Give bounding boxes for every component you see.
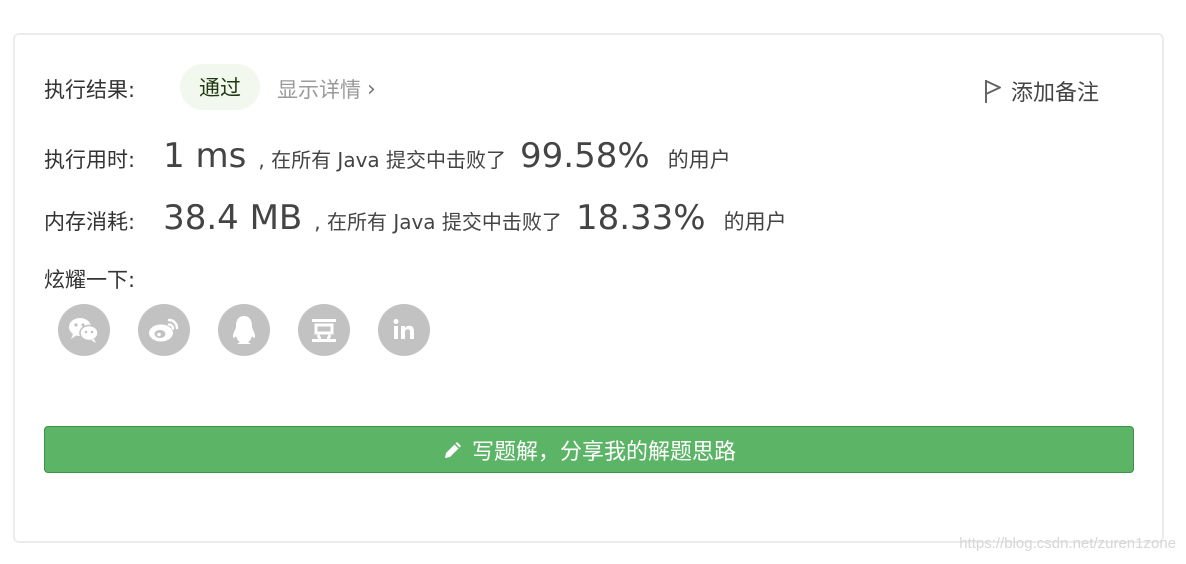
- weibo-icon: [149, 318, 179, 342]
- share-weibo-button[interactable]: [138, 304, 190, 356]
- memory-tail-text: 的用户: [723, 210, 787, 234]
- runtime-row: 执行用时: 1 ms , 在所有 Java 提交中击败了 99.58% 的用户: [44, 136, 731, 176]
- add-note-button[interactable]: 添加备注: [983, 75, 1099, 107]
- memory-comparison-text: , 在所有 Java 提交中击败了: [314, 210, 562, 234]
- runtime-comparison-text: , 在所有 Java 提交中击败了: [258, 148, 507, 172]
- douban-icon: [312, 319, 336, 342]
- share-label: 炫耀一下:: [44, 268, 136, 292]
- write-solution-label: 写题解，分享我的解题思路: [471, 439, 736, 465]
- runtime-tail-text: 的用户: [667, 148, 731, 172]
- result-label: 执行结果:: [44, 78, 136, 102]
- memory-label: 内存消耗:: [44, 210, 136, 234]
- flag-icon: [985, 80, 1001, 103]
- runtime-label: 执行用时:: [44, 148, 136, 172]
- linkedin-icon: [393, 319, 414, 339]
- result-row: 执行结果:: [44, 74, 135, 104]
- runtime-percent: 99.58%: [520, 136, 650, 176]
- memory-value: 38.4 MB: [163, 198, 303, 238]
- write-solution-button[interactable]: 写题解，分享我的解题思路: [44, 426, 1134, 473]
- share-qq-button[interactable]: [218, 304, 270, 356]
- share-wechat-button[interactable]: [58, 304, 110, 356]
- qq-icon: [232, 316, 256, 344]
- memory-row: 内存消耗: 38.4 MB , 在所有 Java 提交中击败了 18.33% 的…: [44, 198, 787, 238]
- show-details-label: 显示详情: [277, 78, 361, 102]
- share-linkedin-button[interactable]: [378, 304, 430, 356]
- runtime-value: 1 ms: [163, 136, 247, 176]
- add-note-label: 添加备注: [1011, 81, 1100, 106]
- memory-percent: 18.33%: [575, 198, 706, 238]
- show-details-link[interactable]: 显示详情 ›: [277, 74, 376, 104]
- chevron-right-icon: ›: [367, 76, 376, 102]
- watermark: https://blog.csdn.net/zuren1zone: [959, 535, 1176, 552]
- share-douban-button[interactable]: [298, 304, 350, 356]
- wechat-icon: [69, 318, 99, 343]
- pencil-icon: [444, 441, 461, 458]
- share-row: 炫耀一下:: [44, 264, 135, 294]
- status-badge: 通过: [180, 64, 260, 110]
